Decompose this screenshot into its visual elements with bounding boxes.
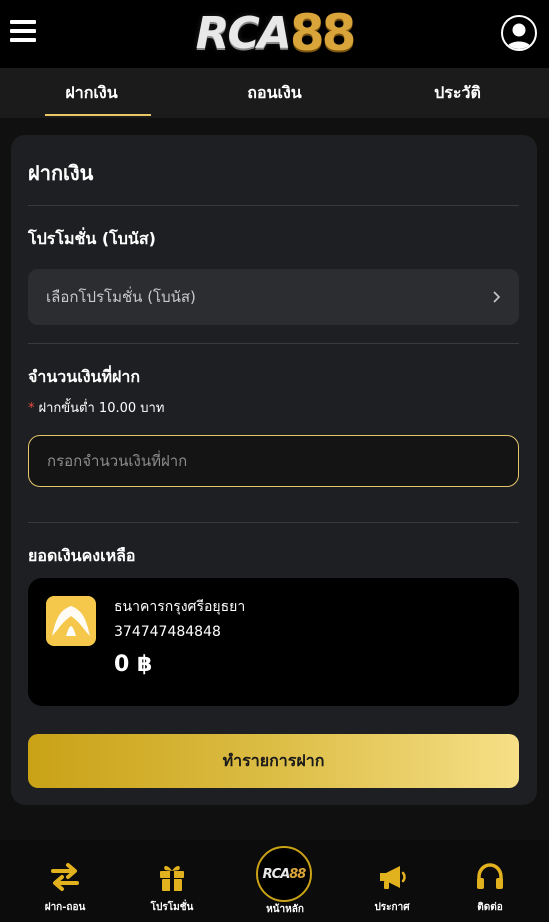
tab-deposit-label: ฝากเงิน xyxy=(65,82,118,102)
bottom-nav: ฝาก-ถอน โปรโมชั่น RCA88 หน้าหลัก ประกาศ … xyxy=(0,840,549,922)
nav-contact-label: ติดต่อ xyxy=(477,902,503,913)
card-title: ฝากเงิน xyxy=(28,161,94,185)
promo-label: โปรโมชั่น (โบนัส) xyxy=(28,229,156,248)
balance-amount: 0 ฿ xyxy=(114,652,153,677)
home-logo-icon: RCA88 xyxy=(262,866,307,882)
deposit-withdraw-tabs: ฝากเงิน ถอนเงิน ประวัติ xyxy=(0,68,549,118)
nav-promotion[interactable]: โปรโมชั่น xyxy=(127,840,217,922)
tab-deposit[interactable]: ฝากเงิน xyxy=(0,68,183,118)
nav-home-label: หน้าหลัก xyxy=(266,904,304,915)
balance-box: ธนาคารกรุงศรีอยุธยา 374747484848 0 ฿ xyxy=(28,578,519,706)
hamburger-menu-icon[interactable] xyxy=(10,20,36,44)
krungsri-bank-icon xyxy=(46,596,96,646)
gift-icon xyxy=(160,866,184,891)
home-logo-letters: RCA xyxy=(262,866,291,882)
nav-deposit-withdraw[interactable]: ฝาก-ถอน xyxy=(20,840,110,922)
tab-withdraw[interactable]: ถอนเงิน xyxy=(183,68,366,118)
submit-deposit-button[interactable]: ทำรายการฝาก xyxy=(28,734,519,788)
tab-history[interactable]: ประวัติ xyxy=(366,68,549,118)
nav-announcement-label: ประกาศ xyxy=(374,902,410,913)
bank-name: ธนาคารกรุงศรีอยุธยา xyxy=(114,599,246,615)
logo-letters: RCA xyxy=(195,7,292,59)
promo-select-placeholder: เลือกโปรโมชั่น (โบนัส) xyxy=(46,288,196,306)
nav-home[interactable]: RCA88 xyxy=(256,846,312,902)
home-logo-number: 88 xyxy=(289,866,306,882)
promo-select[interactable]: เลือกโปรโมชั่น (โบนัส) xyxy=(28,269,519,325)
nav-announcement[interactable]: ประกาศ xyxy=(347,840,437,922)
deposit-card: ฝากเงิน โปรโมชั่น (โบนัส) เลือกโปรโมชั่น… xyxy=(11,135,537,805)
tab-history-label: ประวัติ xyxy=(434,82,481,102)
amount-input[interactable] xyxy=(28,435,519,487)
top-bar: RCA 88 xyxy=(0,0,549,68)
megaphone-icon xyxy=(380,866,406,889)
divider xyxy=(28,205,519,206)
min-deposit-text: ฝากขั้นต่ำ 10.00 บาท xyxy=(38,401,165,416)
nav-contact[interactable]: ติดต่อ xyxy=(445,840,535,922)
amount-label: จำนวนเงินที่ฝาก xyxy=(28,367,141,386)
required-star: * xyxy=(28,401,35,416)
user-avatar-icon[interactable] xyxy=(501,15,537,51)
brand-logo[interactable]: RCA 88 xyxy=(192,2,357,64)
chevron-right-icon xyxy=(493,291,501,303)
divider xyxy=(28,343,519,344)
account-number: 374747484848 xyxy=(114,624,221,640)
headset-icon xyxy=(477,863,503,889)
balance-label: ยอดเงินคงเหลือ xyxy=(28,546,136,565)
min-deposit-hint: * ฝากขั้นต่ำ 10.00 บาท xyxy=(28,397,164,418)
transfer-arrows-icon xyxy=(51,863,79,891)
divider xyxy=(28,522,519,523)
nav-promotion-label: โปรโมชั่น xyxy=(150,902,194,913)
nav-deposit-withdraw-label: ฝาก-ถอน xyxy=(44,902,86,913)
tab-withdraw-label: ถอนเงิน xyxy=(247,82,302,102)
logo-number: 88 xyxy=(289,4,357,62)
